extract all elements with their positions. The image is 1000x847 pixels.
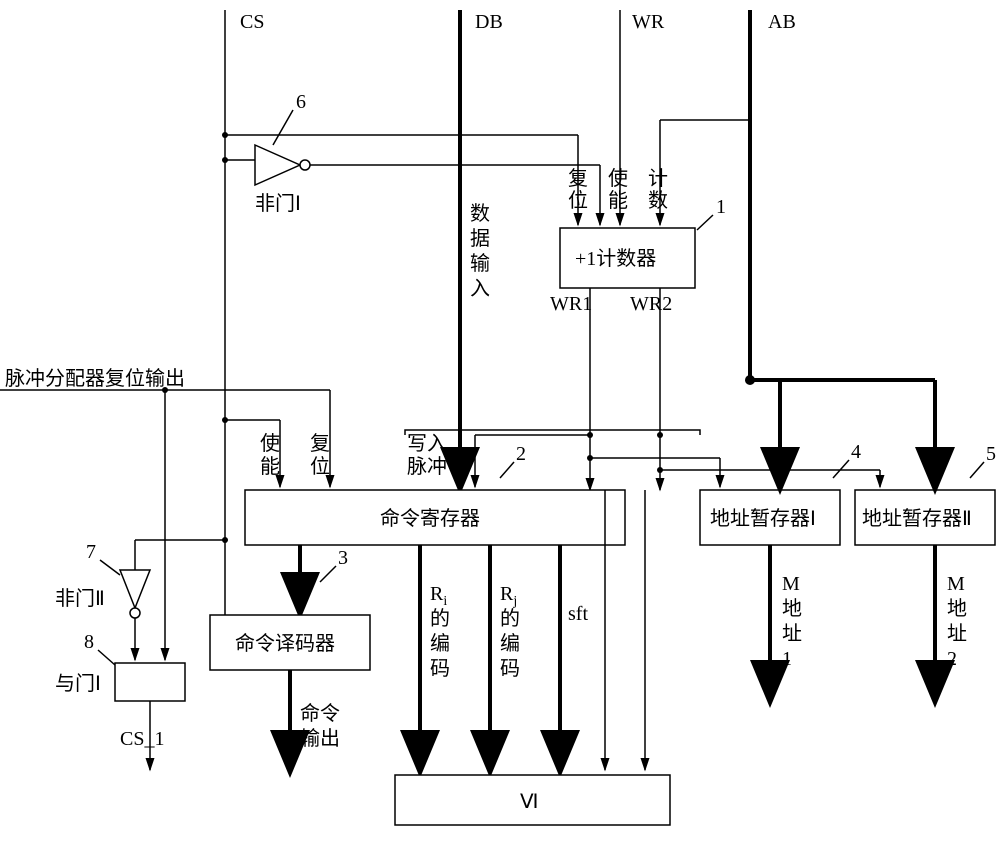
count-lbl-2: 数	[648, 189, 668, 212]
maddr1-2: 址	[782, 622, 802, 645]
num-3: 3	[338, 547, 348, 569]
ri-1: Ri	[430, 583, 447, 609]
num-4: 4	[851, 441, 861, 463]
maddr2-1: 地	[947, 597, 967, 620]
num-5: 5	[986, 443, 996, 465]
vi-label: Ⅵ	[520, 791, 538, 813]
ri-4: 码	[430, 658, 450, 680]
rj-3: 编	[500, 632, 520, 655]
maddr2-2: 址	[947, 622, 967, 645]
rj-4: 码	[500, 658, 520, 680]
cmd-register-label: 命令寄存器	[380, 507, 480, 530]
data-in-0: 数	[470, 202, 490, 225]
pulse-reset-label: 脉冲分配器复位输出	[5, 367, 185, 390]
ri-2: 的	[430, 607, 450, 630]
en-lbl-2: 能	[260, 455, 280, 478]
data-in-2: 输	[470, 252, 490, 275]
rst-lbl-1: 复	[310, 432, 330, 455]
num-6: 6	[296, 91, 306, 113]
rj-2: 的	[500, 607, 520, 630]
not2-label: 非门Ⅱ	[55, 587, 105, 610]
maddr1-0: M	[782, 573, 800, 595]
ab-label: AB	[768, 11, 796, 33]
maddr1-1: 地	[782, 597, 802, 620]
num-7: 7	[86, 541, 96, 563]
en-lbl-1: 使	[260, 432, 280, 455]
maddr2-3: 2	[947, 648, 957, 670]
cs-label: CS	[240, 11, 264, 33]
and-gate-1	[115, 663, 185, 701]
data-in-1: 据	[470, 227, 490, 250]
rj-1: Rj	[500, 583, 517, 609]
not-gate-1	[255, 145, 310, 185]
cmd-out2: 输出	[300, 727, 340, 750]
write-pulse-1: 写入	[407, 433, 447, 455]
and1-label: 与门Ⅰ	[55, 672, 101, 695]
maddr2-0: M	[947, 573, 965, 595]
cmd-decoder-label: 命令译码器	[235, 632, 335, 655]
addr-reg2-label: 地址暂存器Ⅱ	[862, 507, 972, 530]
num-8: 8	[84, 631, 94, 653]
counter-label: +1计数器	[575, 247, 656, 270]
enable-lbl-2: 能	[608, 189, 628, 212]
num-1: 1	[716, 196, 726, 218]
data-in-3: 入	[470, 278, 490, 300]
db-label: DB	[475, 11, 503, 33]
num-2: 2	[516, 443, 526, 465]
cmd-out1: 命令	[300, 702, 340, 725]
not-gate-2	[120, 570, 150, 618]
maddr1-3: 1	[782, 648, 792, 670]
sft-label: sft	[568, 603, 588, 625]
ri-3: 编	[430, 632, 450, 655]
count-lbl-1: 计	[648, 167, 668, 190]
wr-label: WR	[632, 11, 665, 33]
wr1-label: WR1	[550, 293, 592, 315]
enable-lbl-1: 使	[608, 167, 628, 190]
rst-lbl-2: 位	[310, 455, 330, 478]
addr-reg1-label: 地址暂存器Ⅰ	[710, 507, 816, 530]
reset-lbl-1: 复	[568, 167, 588, 190]
not1-label: 非门Ⅰ	[255, 192, 301, 215]
reset-lbl-2: 位	[568, 189, 588, 212]
wr2-label: WR2	[630, 293, 672, 315]
write-pulse-2: 脉冲	[407, 455, 447, 478]
cs1-label: CS_1	[120, 728, 164, 750]
